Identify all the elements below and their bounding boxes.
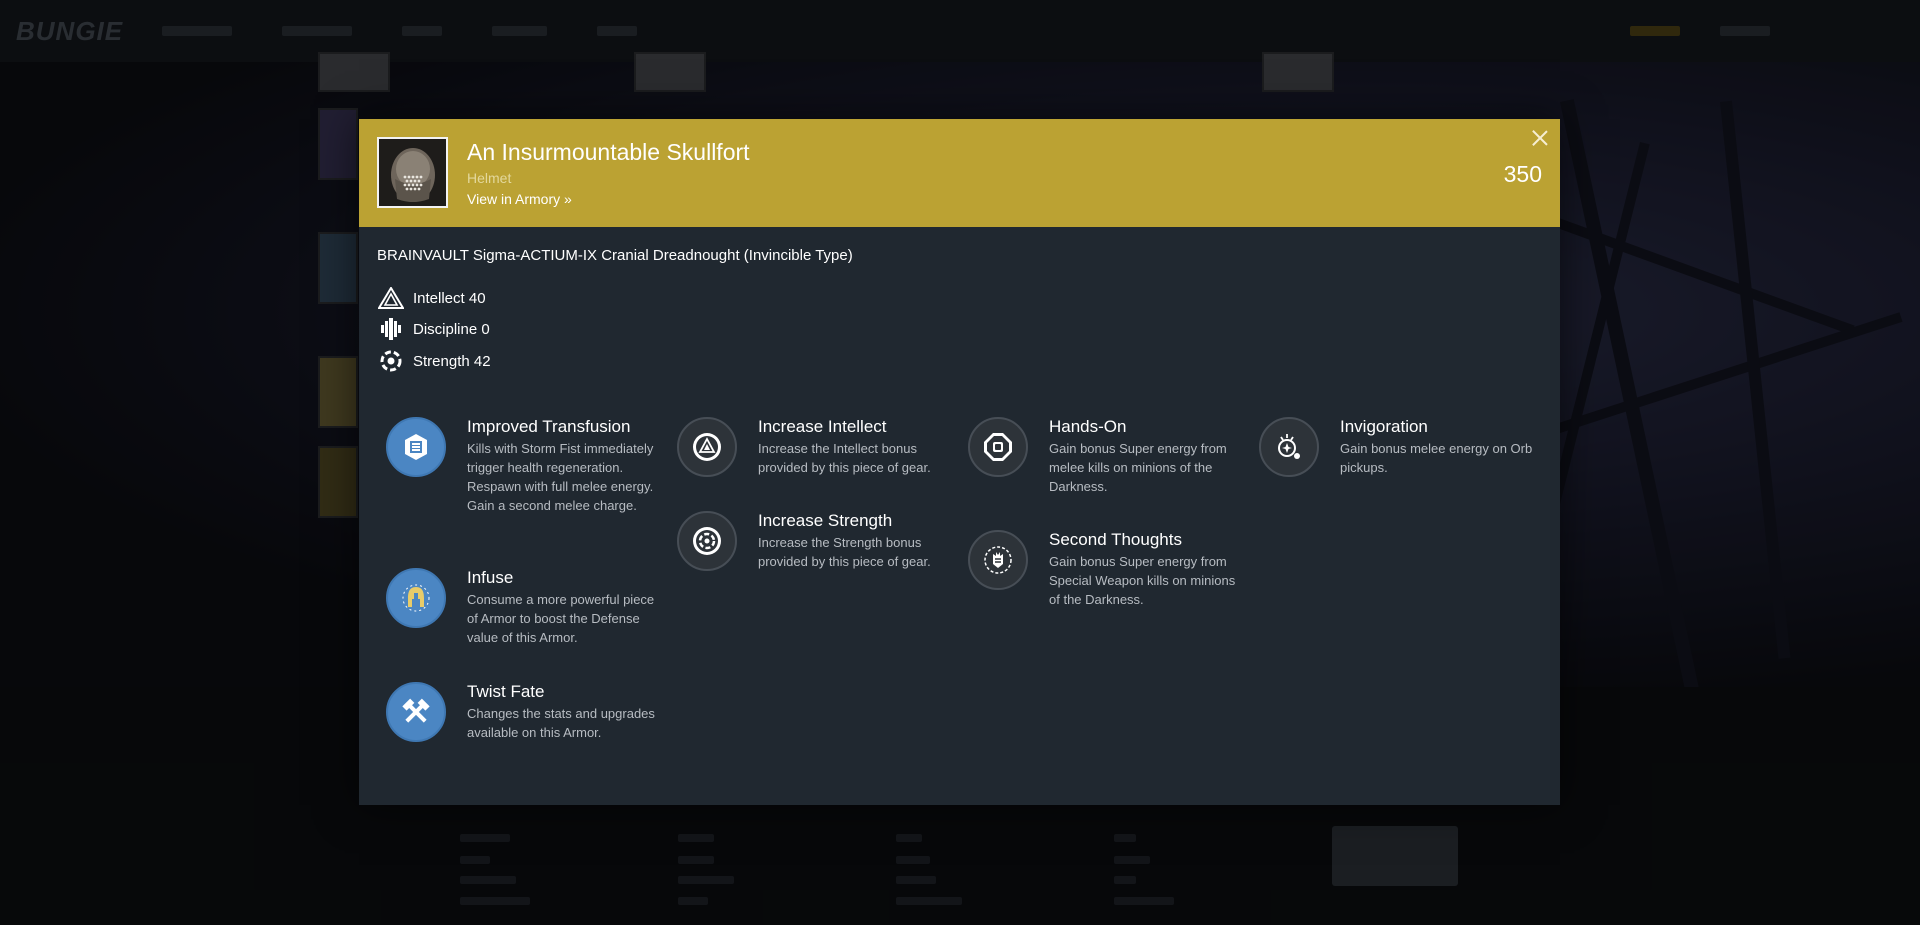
perk-description: Increase the Strength bonus provided by … bbox=[758, 535, 931, 569]
perk-name: Invigoration bbox=[1340, 417, 1428, 436]
perk-description: Increase the Intellect bonus provided by… bbox=[758, 441, 931, 475]
perk-name: Infuse bbox=[467, 568, 514, 587]
view-in-armory-link[interactable]: View in Armory » bbox=[467, 191, 572, 207]
perk-description: Gain bonus Super energy from Special Wea… bbox=[1049, 554, 1236, 607]
transfusion-icon bbox=[386, 417, 446, 477]
modal-header: An Insurmountable Skullfort Helmet View … bbox=[359, 119, 1560, 227]
item-type: Helmet bbox=[467, 170, 512, 186]
intellect-icon bbox=[677, 417, 737, 477]
perk-name: Twist Fate bbox=[467, 682, 545, 701]
helmet-icon bbox=[377, 137, 448, 208]
perk-description: Gain bonus Super energy from melee kills… bbox=[1049, 441, 1227, 494]
perk-name: Hands-On bbox=[1049, 417, 1127, 436]
stat-label: Intellect 40 bbox=[413, 289, 486, 307]
perk-description: Kills with Storm Fist immediately trigge… bbox=[467, 441, 654, 513]
stat-discipline: Discipline 0 bbox=[377, 317, 490, 341]
perk-description: Changes the stats and upgrades available… bbox=[467, 706, 655, 740]
item-name: An Insurmountable Skullfort bbox=[467, 139, 750, 165]
strength-icon bbox=[377, 349, 405, 373]
intellect-icon bbox=[377, 286, 405, 310]
strength-icon bbox=[677, 511, 737, 571]
perk-description: Gain bonus melee energy on Orb pickups. bbox=[1340, 441, 1533, 475]
discipline-icon bbox=[377, 317, 405, 341]
second-thoughts-icon bbox=[968, 530, 1028, 590]
item-detail-modal: An Insurmountable Skullfort Helmet View … bbox=[359, 119, 1560, 805]
invigoration-icon bbox=[1259, 417, 1319, 477]
item-description: BRAINVAULT Sigma-ACTIUM-IX Cranial Dread… bbox=[377, 247, 853, 264]
stat-label: Strength 42 bbox=[413, 352, 491, 370]
stat-strength: Strength 42 bbox=[377, 349, 491, 373]
infuse-helmet-icon bbox=[386, 568, 446, 628]
crossed-hammers-icon bbox=[386, 682, 446, 742]
perk-name: Increase Strength bbox=[758, 511, 893, 530]
item-defense-value: 350 bbox=[1503, 161, 1542, 187]
perk-description: Consume a more powerful piece of Armor t… bbox=[467, 592, 655, 645]
hands-on-icon bbox=[968, 417, 1028, 477]
stat-label: Discipline 0 bbox=[413, 320, 490, 338]
stat-intellect: Intellect 40 bbox=[377, 286, 486, 310]
perk-name: Improved Transfusion bbox=[467, 417, 631, 436]
perk-name: Increase Intellect bbox=[758, 417, 887, 436]
perk-name: Second Thoughts bbox=[1049, 530, 1182, 549]
close-icon[interactable] bbox=[1530, 128, 1550, 148]
